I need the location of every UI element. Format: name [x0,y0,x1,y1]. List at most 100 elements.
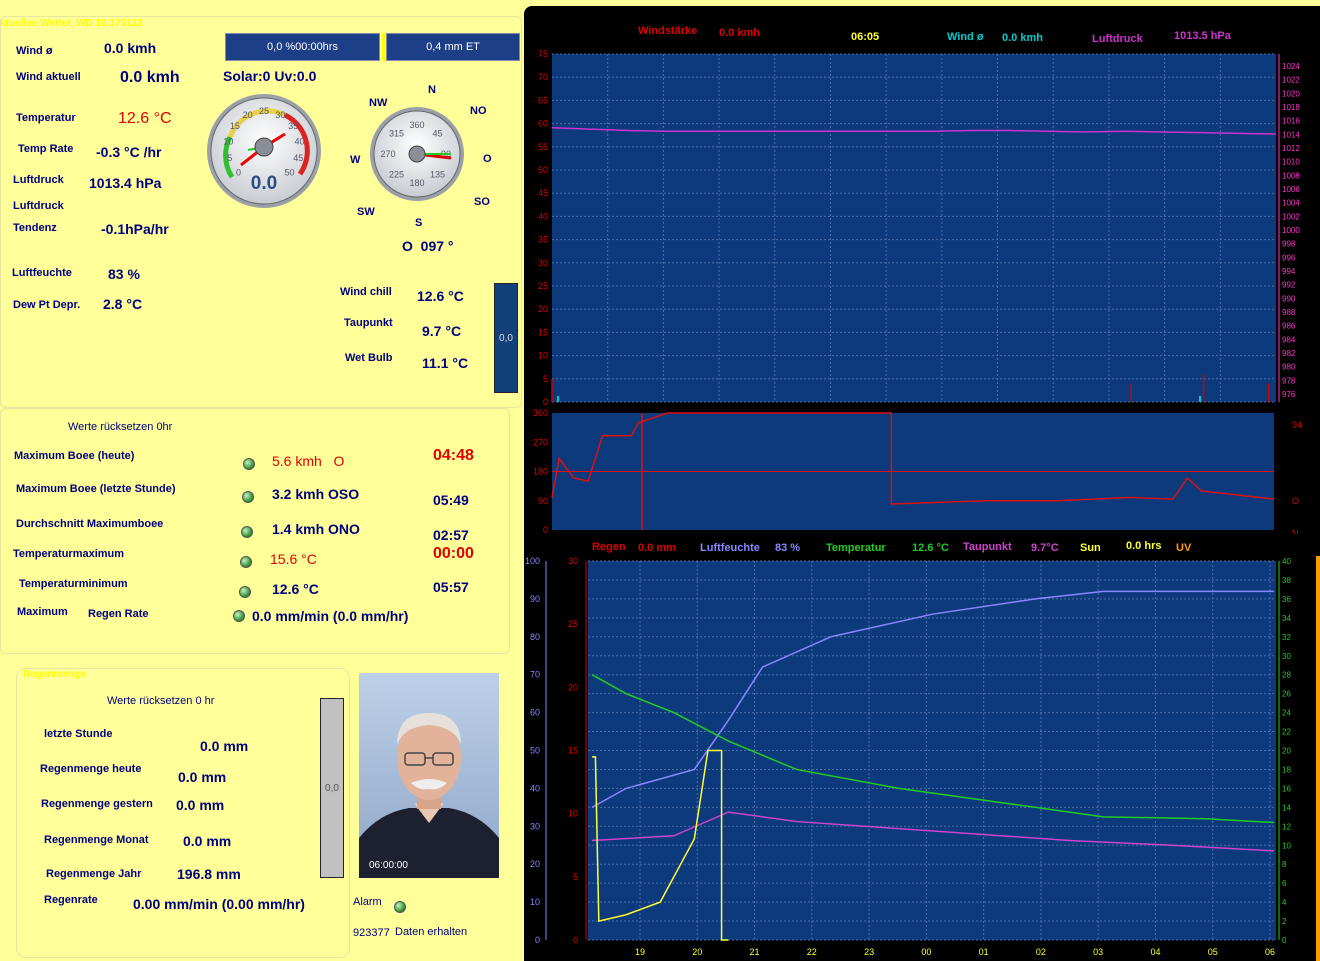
record-label-0: Maximum Boee (heute) [14,450,135,462]
rain-rate-value: 0.0 mm/min (0.0 mm/hr) [252,608,409,624]
chart1-ytick-right: 1018 [1282,103,1300,112]
rain-month-value: 0.0 mm [183,833,232,849]
wind-pressure-chart: 7570656055504540353025201510501024102210… [538,49,1300,407]
chart3-xtick: 06 [1265,947,1275,957]
gauge-tick-2: 10 [223,136,233,146]
chart1-ytick-right: 1014 [1282,130,1300,139]
temp-humidity-chart: 19 20 21 22 23 00 01 02 03 04 05 064038363432302826… [525,556,1291,957]
chart3-ytick-rain: 25 [568,619,578,629]
record-time-1: 05:49 [433,492,469,508]
record-time-2: 02:57 [433,527,469,543]
record-label-4: Temperaturminimum [19,578,128,590]
chart1-ytick-left: 50 [538,165,548,175]
chart1-ytick-right: 982 [1282,349,1296,358]
chart3-ytick-right: 28 [1282,671,1291,680]
dewdep-label: Dew Pt Depr. [13,299,81,311]
chart3-ytick-rain: 0 [573,935,578,945]
legend-avg-label: Wind ø [947,31,984,43]
rain-rate-led [233,610,245,622]
chart1-ytick-right: 984 [1282,335,1296,344]
sun-hours-button[interactable]: 0,0 %00:00hrs [225,33,380,61]
solar-uv-readout: Solar:0 Uv:0.0 [223,68,317,84]
gauge-tick-9: 45 [293,153,303,163]
compass-tick-0: 360 [409,120,424,130]
chart3-xtick: 05 [1208,947,1218,957]
rain-rate-label: Regenrate [44,894,98,906]
rain-title: Regenmenge [23,669,86,680]
chart1-ytick-right: 998 [1282,240,1296,249]
chart3-xtick: 00 [921,947,931,957]
records-reset[interactable]: Werte rücksetzen 0hr [68,421,172,433]
compass-no: NO [470,105,487,117]
trend-label-2: Tendenz [13,222,57,234]
chart3-ytick-humidity: 20 [530,859,540,869]
chart3-xtick: 03 [1093,947,1103,957]
wind-direction-compass: 3604590135180225270315 [370,107,464,201]
legend-press-label: Luftdruck [1092,33,1143,45]
wind-now-value: 0.0 kmh [120,69,180,86]
rain-rate-label-2: Regen Rate [88,608,149,620]
record-label-3: Temperaturmaximum [13,548,125,560]
chart3-ytick-right: 4 [1282,898,1287,907]
record-value-1: 3.2 kmh OSO [272,486,360,502]
person-portrait [359,713,499,878]
compass-reading: O 097 ° [402,238,454,254]
temp-bar: 0,0 [494,283,518,393]
rain-yesterday-label: Regenmenge gestern [41,798,153,810]
temp-value: 12.6 °C [118,110,172,127]
chart3-ytick-right: 38 [1282,576,1291,585]
wind-avg-label: Wind ø [16,45,53,57]
chart3-ytick-right: 26 [1282,690,1291,699]
dewdep-value: 2.8 °C [103,296,143,312]
rain-month-label: Regenmenge Monat [44,834,149,846]
chart1-ytick-right: 1008 [1282,171,1300,180]
rain-last-hour-value: 0.0 mm [200,738,249,754]
wind-speed-gauge: 05 10 1520 25 3035 40 45 50 0.0 [207,94,321,208]
wetbulb-value: 11.1 °C [422,355,469,371]
chart3-ytick-right: 12 [1282,822,1291,831]
alarm-led[interactable] [394,901,406,913]
chart3-xtick: 04 [1150,947,1160,957]
chart1-ytick-right: 990 [1282,294,1296,303]
record-value-3: 15.6 °C [270,551,317,567]
record-led-1 [242,491,254,503]
rain-year-label: Regenmenge Jahr [46,868,142,880]
compass-tick-1: 45 [432,128,442,138]
record-led-4 [239,586,251,598]
record-value-0: 5.6 kmh O [272,453,345,469]
chart1-ytick-right: 1002 [1282,212,1300,221]
chart1-ytick-left: 75 [538,49,548,59]
chart2-right-label-mid: O [1292,496,1299,506]
chart1-ytick-left: 60 [538,119,548,129]
chart1-ytick-left: 25 [538,281,548,291]
compass-tick-4: 180 [409,178,424,188]
legend-wind-value: 0.0 kmh [719,27,760,39]
chart1-ytick-left: 35 [538,235,548,245]
rain-reset[interactable]: Werte rücksetzen 0 hr [107,695,214,707]
trend-label-1: Luftdruck [13,200,64,212]
chart3-ytick-right: 20 [1282,747,1291,756]
record-value-4: 12.6 °C [272,581,319,597]
rain-rate-label-1: Maximum [17,606,68,618]
chart1-ytick-right: 996 [1282,253,1296,262]
gauge-tick-8: 40 [295,136,305,146]
chart2-ytick: 0 [543,525,548,534]
chart3-xtick: 21 [750,947,760,957]
humidity-label: Luftfeuchte [12,267,72,279]
pressure-label: Luftdruck [13,174,64,186]
gauge-value: 0.0 [251,173,277,194]
packet-count: 923377 [353,927,390,939]
gauge-tick-0: 0 [236,167,241,177]
chart2-ytick: 180 [533,467,548,477]
chart3-ytick-right: 40 [1282,557,1291,566]
chart1-ytick-left: 70 [538,72,548,82]
gauge-tick-1: 5 [227,153,232,163]
record-led-0 [243,458,255,470]
chart3-ytick-right: 6 [1282,879,1287,888]
compass-so: SO [474,196,490,208]
chart1-ytick-left: 15 [538,327,548,337]
chart3-xtick: 19 [635,947,645,957]
rain-yesterday-value: 0.0 mm [176,797,225,813]
chart3-ytick-rain: 30 [568,556,578,566]
et-button[interactable]: 0,4 mm ET [386,33,520,61]
